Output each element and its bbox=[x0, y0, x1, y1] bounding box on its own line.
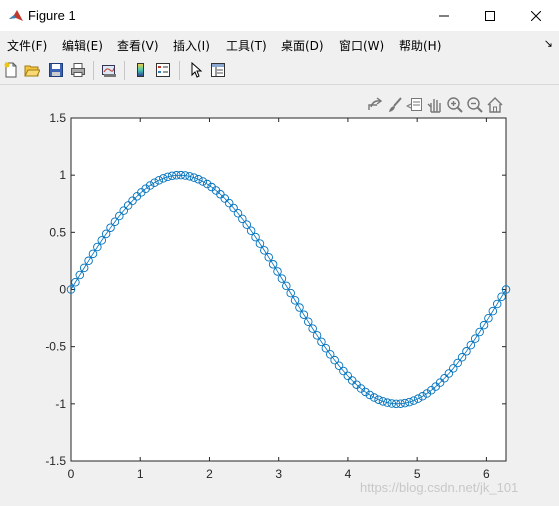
printer-icon bbox=[71, 63, 85, 77]
toolbar-separator bbox=[93, 61, 94, 80]
x-tick-label: 2 bbox=[206, 467, 213, 481]
zoom-in-button[interactable] bbox=[446, 96, 464, 114]
new-figure-button[interactable] bbox=[1, 60, 21, 80]
zoom-out-button[interactable] bbox=[466, 96, 484, 114]
menu-expand-icon[interactable]: ↘ bbox=[544, 37, 553, 50]
y-tick-label: -1 bbox=[55, 397, 66, 411]
y-tick-label: 0.5 bbox=[49, 225, 66, 239]
x-tick-label: 4 bbox=[345, 467, 352, 481]
maximize-icon bbox=[485, 10, 495, 21]
toolbar-separator bbox=[179, 61, 180, 80]
menu-window[interactable]: 窗口(W) bbox=[339, 37, 384, 54]
pan-button[interactable] bbox=[426, 96, 444, 114]
x-tick-label: 0 bbox=[68, 467, 75, 481]
new-file-icon bbox=[4, 62, 17, 78]
insert-colorbar-button[interactable] bbox=[131, 60, 151, 80]
x-tick-label: 6 bbox=[483, 467, 490, 481]
y-tick-label: 0 bbox=[59, 283, 66, 297]
pan-hand-icon bbox=[427, 99, 441, 113]
y-tick-label: -1.5 bbox=[45, 454, 66, 468]
y-tick-label: 1.5 bbox=[49, 111, 66, 125]
print-button[interactable] bbox=[68, 60, 88, 80]
zoom-out-icon bbox=[467, 97, 483, 113]
brush-button[interactable] bbox=[386, 96, 404, 114]
edit-plot-button[interactable] bbox=[186, 60, 206, 80]
zoom-in-icon bbox=[447, 97, 463, 113]
folder-icon bbox=[24, 65, 40, 77]
menu-help[interactable]: 帮助(H) bbox=[399, 37, 441, 54]
property-editor-icon bbox=[211, 63, 225, 77]
export-button[interactable] bbox=[366, 96, 384, 114]
title-bar: Figure 1 bbox=[0, 0, 559, 31]
insert-legend-button[interactable] bbox=[153, 60, 173, 80]
matlab-icon bbox=[8, 8, 24, 24]
menu-view[interactable]: 查看(V) bbox=[117, 37, 159, 54]
home-icon bbox=[487, 97, 503, 113]
toolbar-separator bbox=[124, 61, 125, 80]
save-icon bbox=[49, 63, 63, 77]
menu-insert[interactable]: 插入(I) bbox=[173, 37, 210, 54]
export-icon bbox=[368, 97, 383, 110]
link-plot-icon bbox=[102, 65, 116, 77]
legend-icon bbox=[156, 63, 170, 77]
x-tick-label: 3 bbox=[275, 467, 282, 481]
close-icon bbox=[531, 10, 541, 21]
property-inspector-button[interactable] bbox=[208, 60, 228, 80]
y-tick-label: -0.5 bbox=[45, 340, 66, 354]
maximize-button[interactable] bbox=[467, 0, 513, 31]
x-tick-label: 1 bbox=[137, 467, 144, 481]
menu-tools[interactable]: 工具(T) bbox=[226, 37, 267, 54]
x-tick-label: 5 bbox=[414, 467, 421, 481]
open-file-button[interactable] bbox=[22, 60, 42, 80]
save-button[interactable] bbox=[46, 60, 66, 80]
pointer-icon bbox=[191, 62, 203, 78]
datatip-button[interactable] bbox=[406, 96, 424, 114]
link-plot-button[interactable] bbox=[99, 60, 119, 80]
menu-file[interactable]: 文件(F) bbox=[7, 37, 47, 54]
window-title: Figure 1 bbox=[28, 8, 76, 23]
watermark-text: https://blog.csdn.net/jk_101 bbox=[360, 480, 519, 495]
close-button[interactable] bbox=[513, 0, 559, 31]
toolbar bbox=[0, 57, 559, 85]
datatip-icon bbox=[406, 98, 422, 111]
colorbar-icon bbox=[137, 63, 144, 77]
minimize-button[interactable] bbox=[421, 0, 467, 31]
restore-view-button[interactable] bbox=[486, 96, 504, 114]
menu-bar: 文件(F) 编辑(E) 查看(V) 插入(I) 工具(T) 桌面(D) 窗口(W… bbox=[0, 31, 559, 57]
brush-icon bbox=[389, 97, 402, 112]
menu-edit[interactable]: 编辑(E) bbox=[62, 37, 103, 54]
menu-desktop[interactable]: 桌面(D) bbox=[281, 37, 324, 54]
minimize-icon bbox=[439, 15, 449, 16]
figure-canvas: 0 1 2 3 4 5 6 1.5 1 0.5 0 -0.5 -1 -1.5 bbox=[0, 85, 559, 506]
y-tick-label: 1 bbox=[59, 168, 66, 182]
